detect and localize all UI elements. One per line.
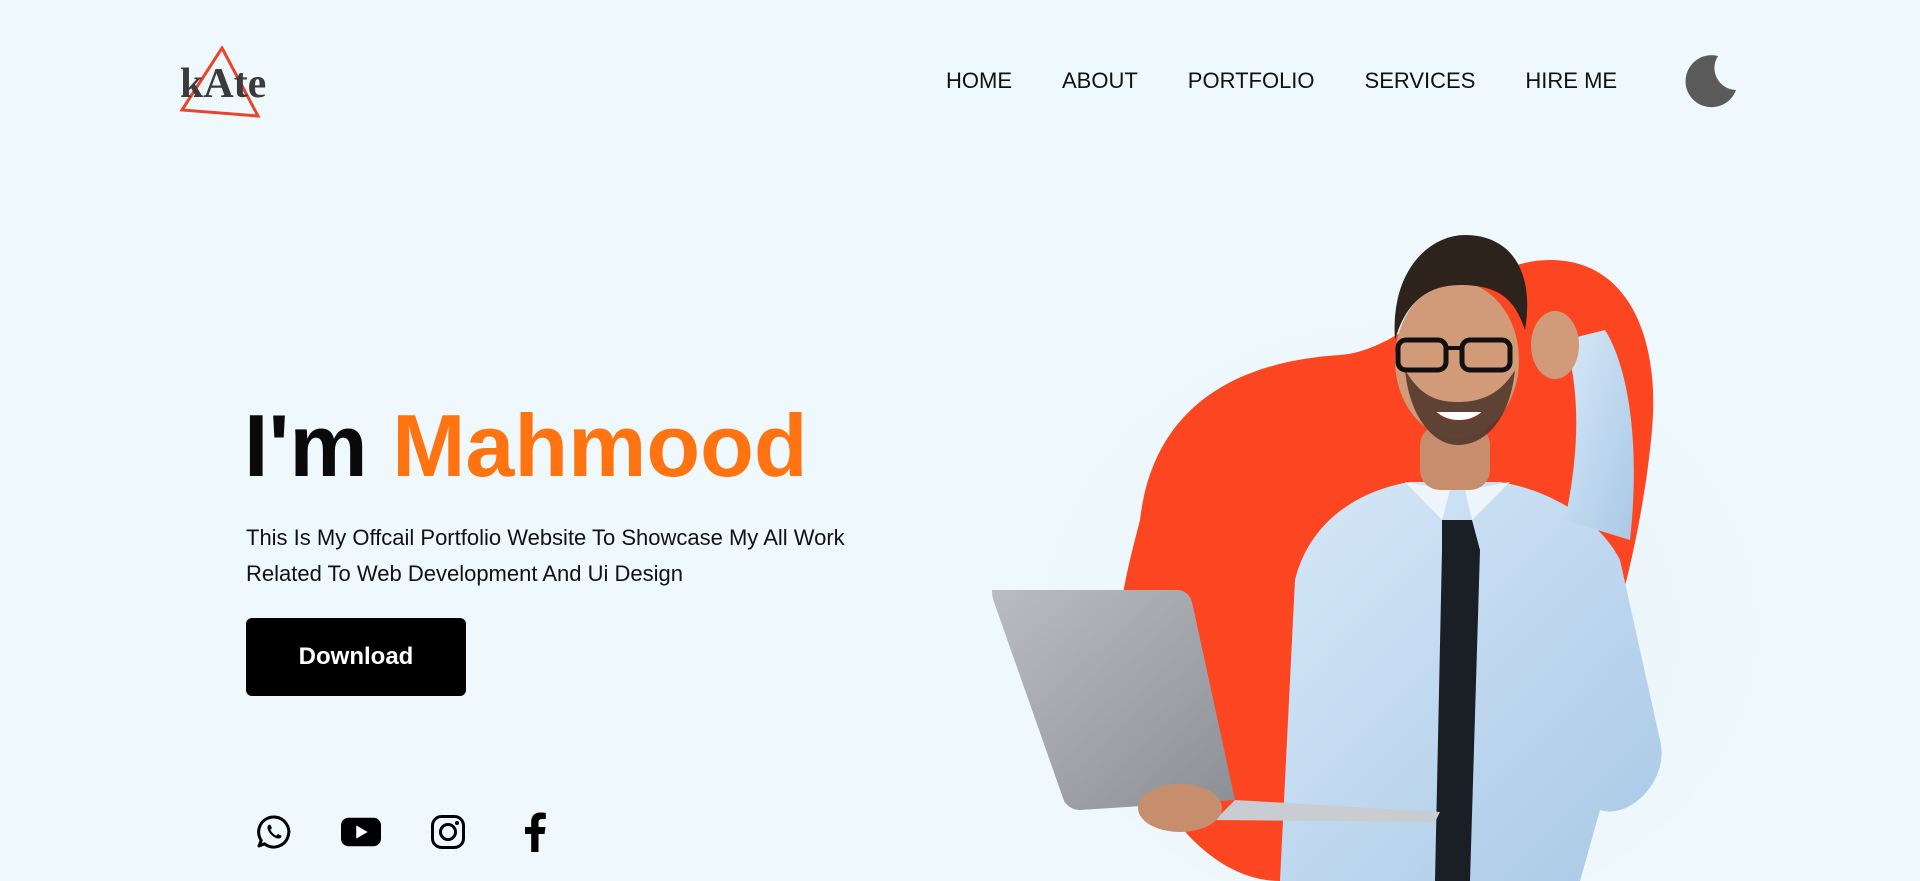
hero-title: I'm Mahmood [244, 396, 808, 496]
theme-toggle-button[interactable] [1682, 52, 1738, 108]
hero-greeting: I'm [244, 396, 368, 495]
hero-illustration [992, 235, 1770, 881]
instagram-icon [431, 815, 465, 849]
person-lower-hand-shape [1138, 784, 1222, 832]
nav-services[interactable]: SERVICES [1365, 68, 1476, 94]
moon-icon [1685, 55, 1736, 108]
site-logo[interactable]: kAte [178, 46, 278, 122]
nav-about[interactable]: ABOUT [1062, 68, 1138, 94]
portfolio-page: kAte HOME ABOUT PORTFOLIO SERVICES HIRE … [0, 0, 1920, 881]
hero-description: This Is My Offcail Portfolio Website To … [246, 525, 845, 586]
facebook-icon [525, 812, 546, 852]
main-nav: HOME ABOUT PORTFOLIO SERVICES HIRE ME [946, 68, 1617, 94]
facebook-link[interactable] [515, 812, 555, 852]
nav-portfolio[interactable]: PORTFOLIO [1188, 68, 1315, 94]
whatsapp-icon [257, 815, 291, 849]
hero-name: Mahmood [392, 396, 808, 495]
social-links [254, 812, 602, 852]
nav-home[interactable]: HOME [946, 68, 1012, 94]
whatsapp-link[interactable] [254, 812, 294, 852]
instagram-link[interactable] [428, 812, 468, 852]
download-button[interactable]: Download [246, 618, 466, 696]
youtube-link[interactable] [341, 812, 381, 852]
logo-text: kAte [180, 61, 267, 107]
youtube-icon [341, 817, 381, 847]
person-hand-shape [1531, 311, 1579, 379]
nav-hire-me[interactable]: HIRE ME [1525, 68, 1617, 94]
